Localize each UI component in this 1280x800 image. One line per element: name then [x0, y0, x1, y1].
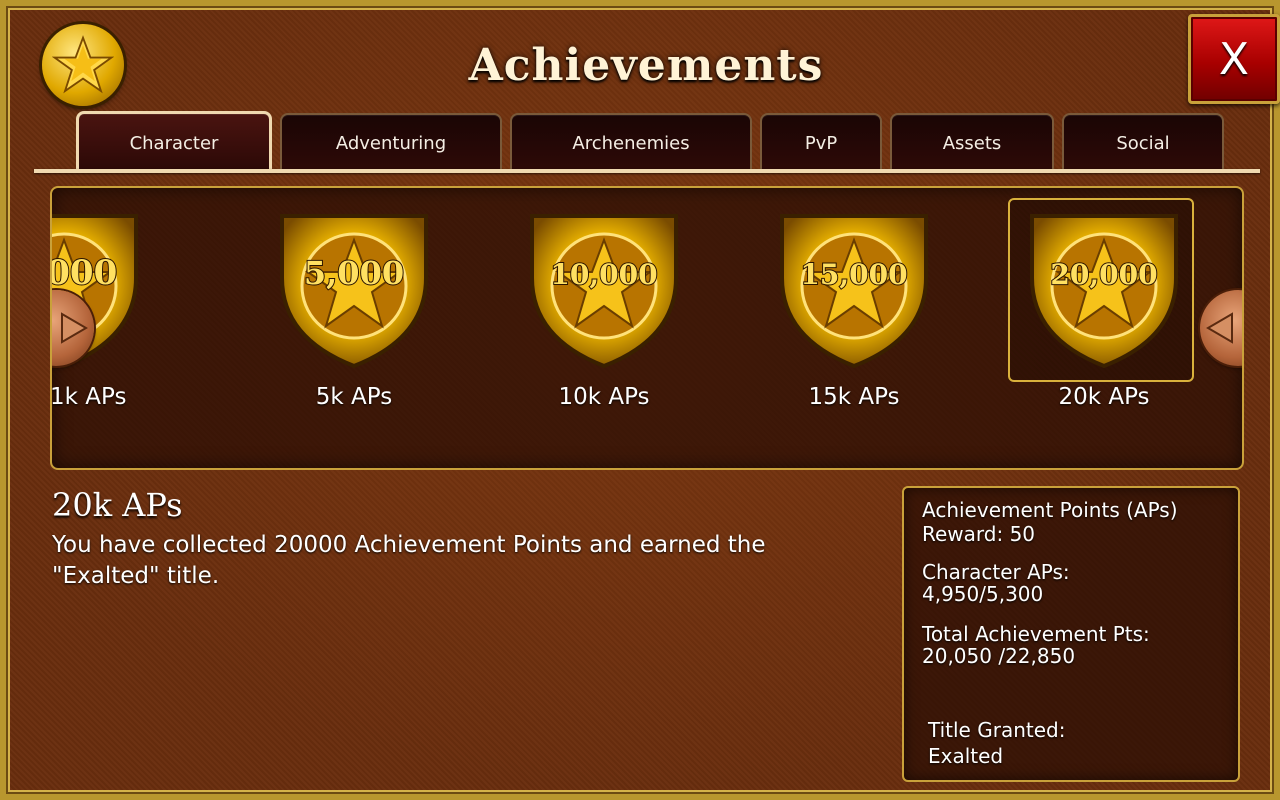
achievement-caption: 5k APs [315, 384, 393, 410]
achievement-item[interactable]: 15,000 15k APs [764, 208, 954, 438]
achievement-badge-icon: 10,000 [530, 214, 678, 369]
achievement-caption: 10k APs [558, 384, 650, 410]
achievement-badge-icon: 20,000 [1030, 214, 1178, 369]
arrow-left-icon [61, 312, 88, 344]
close-button[interactable]: X [1188, 14, 1280, 104]
page-title: Achievements [468, 40, 824, 91]
achievement-badge-icon: 15,000 [780, 214, 928, 369]
tab-character[interactable]: Character [76, 111, 272, 173]
tab-social[interactable]: Social [1062, 113, 1224, 171]
achievement-item[interactable]: 10,000 10k APs [514, 208, 704, 438]
total-aps-label: Total Achievement Pts: [922, 622, 1150, 646]
total-aps-value: 20,050 /22,850 [922, 644, 1076, 668]
character-aps-value: 4,950/5,300 [922, 582, 1044, 606]
tab-assets[interactable]: Assets [890, 113, 1054, 171]
next-button[interactable] [1200, 290, 1242, 366]
title-granted-value: Exalted [928, 744, 1004, 768]
achievement-badge-icon: 5,000 [280, 214, 428, 369]
reward-label: Achievement Points (APs) Reward: 50 [922, 498, 1178, 546]
arrow-right-icon [1206, 312, 1233, 344]
svg-text:5,000: 5,000 [304, 254, 404, 292]
achievement-item[interactable]: 5,000 5k APs [264, 208, 454, 438]
svg-text:1,000: 1,000 [50, 253, 117, 293]
achievement-title: 20k APs [52, 486, 183, 524]
tab-bar: Character Adventuring Archenemies PvP As… [34, 111, 1260, 173]
achievement-carousel: 1,000 1k APs 5,000 5k APs 10,000 10k APs… [50, 186, 1244, 470]
achievement-caption: 1k APs [50, 384, 127, 410]
tab-pvp[interactable]: PvP [760, 113, 882, 171]
tab-divider [34, 169, 1260, 173]
character-aps-label: Character APs: [922, 560, 1070, 584]
achievement-caption: 15k APs [808, 384, 900, 410]
achievement-description: You have collected 20000 Achievement Poi… [52, 532, 766, 589]
svg-text:10,000: 10,000 [550, 258, 657, 291]
title-granted-label: Title Granted: [928, 718, 1066, 742]
close-icon: X [1218, 33, 1250, 85]
svg-text:15,000: 15,000 [800, 258, 907, 291]
info-panel: Achievement Points (APs) Reward: 50 Char… [902, 486, 1240, 782]
tab-archenemies[interactable]: Archenemies [510, 113, 752, 171]
svg-text:20,000: 20,000 [1050, 258, 1157, 291]
achievement-caption: 20k APs [1058, 384, 1150, 410]
tab-adventuring[interactable]: Adventuring [280, 113, 502, 171]
achievements-window: Achievements X Character Adventuring Arc… [0, 0, 1280, 800]
achievement-item-selected[interactable]: 20,000 20k APs [1008, 198, 1204, 438]
